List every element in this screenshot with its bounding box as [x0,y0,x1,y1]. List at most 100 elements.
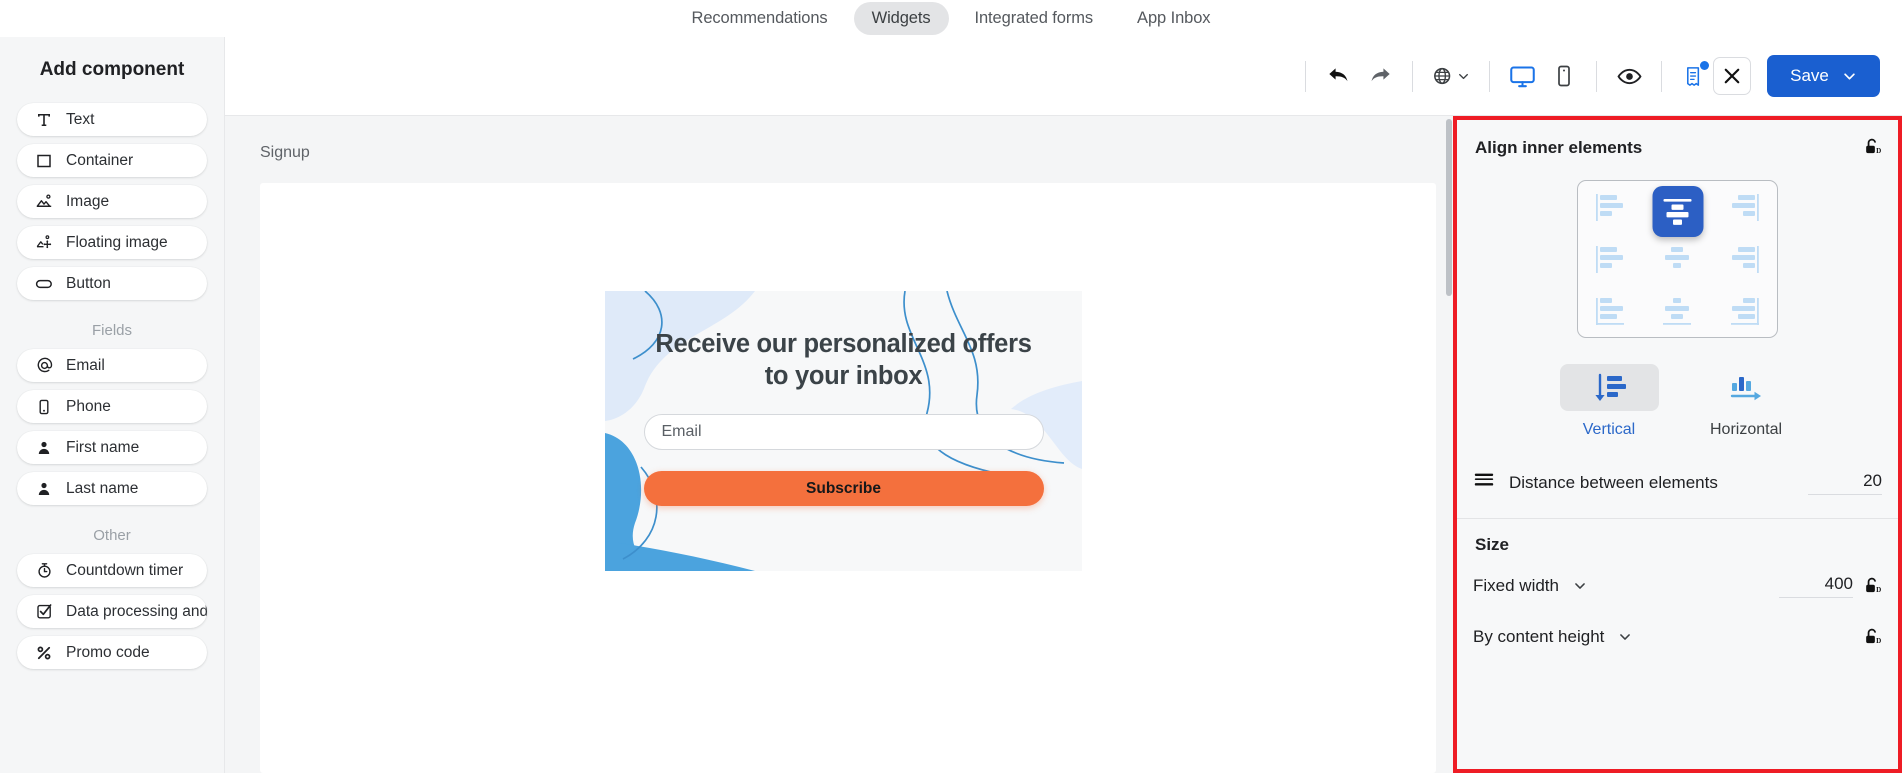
component-container[interactable]: Container [17,144,207,177]
align-cell-top-left[interactable] [1578,181,1644,233]
language-selector[interactable] [1426,57,1476,95]
tab-integrated-forms[interactable]: Integrated forms [957,2,1112,35]
button-icon [35,275,53,293]
chevron-down-icon [1620,633,1631,640]
chevron-down-icon [1575,582,1585,589]
at-icon [35,357,53,375]
top-navigation: Recommendations Widgets Integrated forms… [0,0,1902,37]
orientation-selector: Vertical Horizontal [1457,364,1898,439]
save-button[interactable]: Save [1767,55,1880,97]
signup-widget-card[interactable]: Receive our personalized offers to your … [605,291,1082,571]
height-lock-icon[interactable]: D [1863,627,1882,646]
align-grid-wrapper [1457,180,1898,338]
widget-content: Receive our personalized offers to your … [605,291,1082,571]
width-lock-icon[interactable]: D [1863,576,1882,595]
field-first-name[interactable]: First name [17,431,207,464]
properties-panel: Align inner elements D Vertical Horizont… [1453,116,1902,773]
floating-image-icon [35,234,53,252]
other-promo-code[interactable]: Promo code [17,636,207,669]
field-label: Email [66,356,105,374]
height-row: By content height D [1473,614,1882,659]
history-group [1319,57,1399,95]
orientation-vertical[interactable]: Vertical [1559,364,1659,439]
redo-button[interactable] [1361,57,1399,95]
canvas-widget-name: Signup [260,144,310,161]
align-cell-middle-right[interactable] [1711,233,1777,285]
widget-heading: Receive our personalized offers to your … [655,330,1032,390]
timer-icon [35,562,53,580]
percent-icon [35,644,53,662]
other-label: Promo code [66,643,150,661]
align-cell-bottom-left[interactable] [1578,285,1644,337]
text-icon [35,111,53,129]
align-grid [1577,180,1778,338]
component-floating-image[interactable]: Floating image [17,226,207,259]
vertical-label: Vertical [1582,421,1636,438]
close-button[interactable] [1713,57,1751,95]
align-cell-top-center[interactable] [1652,186,1703,237]
tab-widgets[interactable]: Widgets [853,2,949,35]
align-cell-middle-left[interactable] [1578,233,1644,285]
component-button[interactable]: Button [17,267,207,300]
field-label: Last name [66,479,139,497]
horizontal-icon [1697,364,1796,411]
component-label: Button [66,274,111,292]
align-cell-bottom-right[interactable] [1711,285,1777,337]
component-image[interactable]: Image [17,185,207,218]
container-icon [35,152,53,170]
sidebar-title: Add component [39,59,185,80]
other-label: Countdown timer [66,561,184,579]
desktop-view-button[interactable] [1503,57,1541,95]
mobile-view-button[interactable] [1545,57,1583,95]
preview-button[interactable] [1610,57,1648,95]
orientation-horizontal[interactable]: Horizontal [1697,364,1796,439]
other-data-processing[interactable]: Data processing and [17,595,207,628]
align-lock-icon[interactable]: D [1862,136,1882,156]
distance-input[interactable]: 20 [1808,471,1882,495]
toolbar-divider [1489,60,1490,92]
toolbar-divider [1305,60,1306,92]
height-mode-dropdown[interactable]: By content height [1473,627,1632,647]
field-label: Phone [66,397,111,415]
toolbar-divider [1661,60,1662,92]
notes-button[interactable] [1675,57,1713,95]
device-group [1503,57,1583,95]
field-email[interactable]: Email [17,349,207,382]
vertical-icon [1559,364,1659,411]
field-phone[interactable]: Phone [17,390,207,423]
chevron-down-icon [1844,72,1855,80]
align-cell-top-right[interactable] [1711,181,1777,233]
field-label: First name [66,438,140,456]
checkbox-icon [35,603,53,621]
other-label: Data processing and [66,602,207,620]
field-last-name[interactable]: Last name [17,472,207,505]
person-icon [35,439,53,457]
width-mode-dropdown[interactable]: Fixed width [1473,576,1587,596]
tab-recommendations[interactable]: Recommendations [674,2,846,35]
person-icon [35,480,53,498]
editor-toolbar: Save [225,37,1902,116]
widget-email-input[interactable]: Email [643,414,1044,451]
other-countdown-timer[interactable]: Countdown timer [17,554,207,587]
tab-app-inbox[interactable]: App Inbox [1119,2,1228,35]
size-section-title: Size [1475,535,1510,554]
widget-subscribe-button[interactable]: Subscribe [643,471,1044,507]
widget-frame[interactable]: Receive our personalized offers to your … [260,183,1436,773]
width-input[interactable]: 400 [1779,574,1853,598]
align-cell-bottom-center[interactable] [1644,285,1710,337]
component-text[interactable]: Text [17,103,207,136]
distance-label: Distance between elements [1509,472,1718,492]
height-mode-label: By content height [1473,626,1605,646]
horizontal-label: Horizontal [1709,421,1783,438]
toolbar-divider [1412,60,1413,92]
undo-button[interactable] [1319,57,1357,95]
scrollbar-thumb[interactable] [1446,119,1452,296]
width-mode-label: Fixed width [1473,575,1559,595]
toolbar-divider [1596,60,1597,92]
notification-dot [1700,61,1709,70]
add-component-sidebar: Add component Text Container Image Float… [0,37,225,773]
canvas-scrollbar[interactable] [1445,116,1453,773]
svg-text:D: D [1876,586,1881,594]
width-row: Fixed width 400 D [1473,563,1882,608]
align-cell-middle-center[interactable] [1644,233,1710,285]
